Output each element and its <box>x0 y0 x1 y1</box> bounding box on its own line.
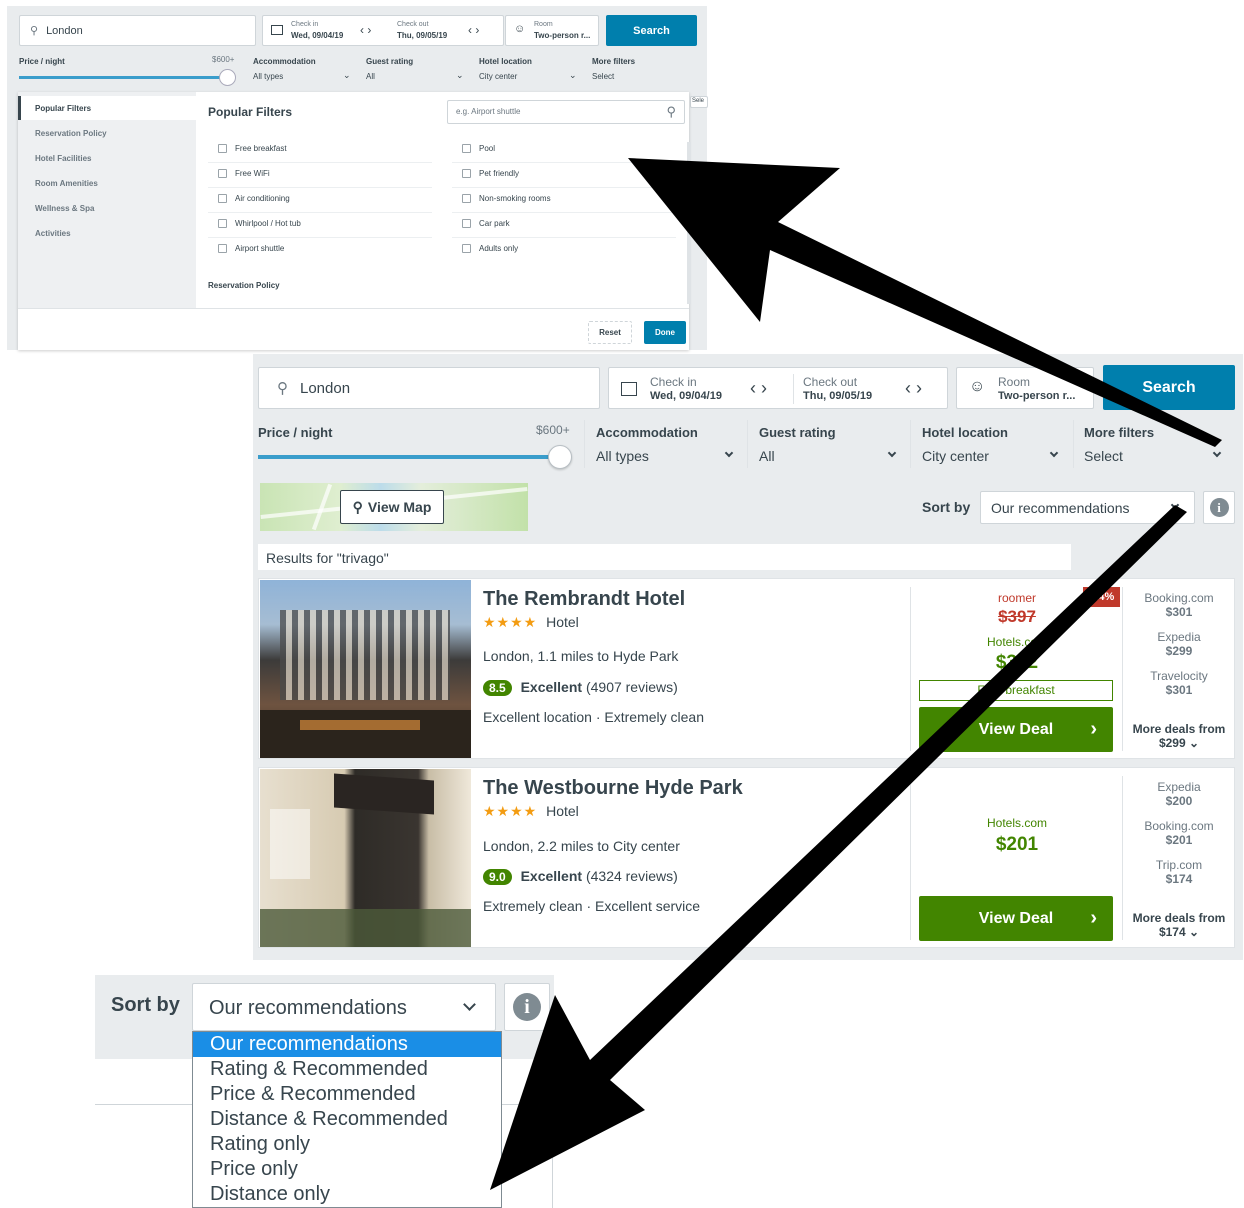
arrow-to-sort-dropdown <box>490 505 1187 1190</box>
arrow-to-filters-popup <box>628 158 1222 447</box>
annotation-arrows <box>490 158 1222 1190</box>
